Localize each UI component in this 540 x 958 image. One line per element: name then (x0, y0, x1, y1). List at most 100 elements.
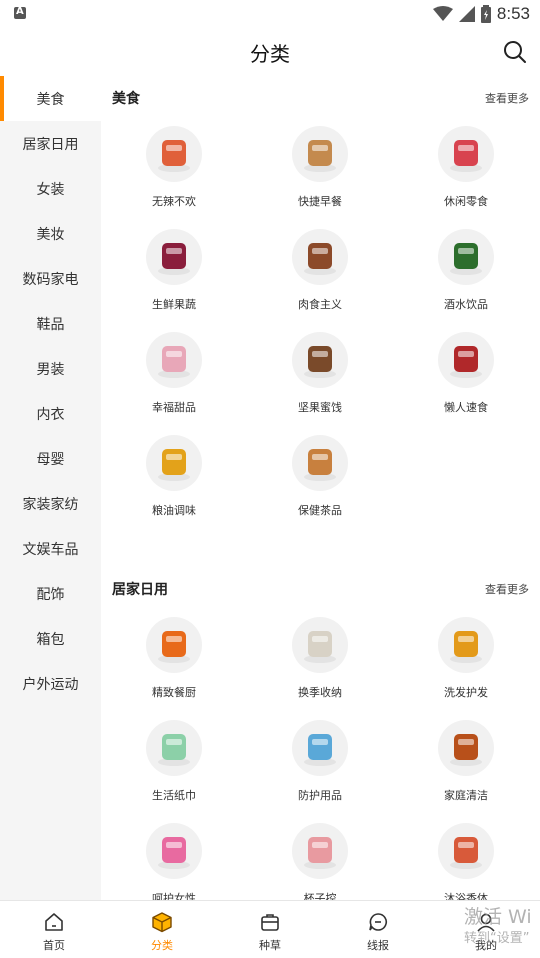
section-header: 居家日用 查看更多 (101, 567, 540, 609)
nav-label: 我的 (475, 939, 497, 952)
subcategory-item[interactable]: 防护用品 (247, 712, 393, 815)
berries-icon (146, 229, 202, 285)
nuts-icon (292, 332, 348, 388)
section-title: 美食 (112, 91, 140, 107)
section-title: 居家日用 (112, 582, 168, 598)
sidebar-item-label: 男装 (36, 361, 65, 378)
body-wash-icon (438, 823, 494, 879)
sidebar-item-2[interactable]: 女装 (0, 166, 101, 211)
search-icon[interactable] (502, 39, 528, 65)
snack-bag-icon (438, 126, 494, 182)
nav-item-4[interactable]: 我的 (432, 901, 540, 958)
sidebar-item-4[interactable]: 数码家电 (0, 256, 101, 301)
subcategory-label: 休闲零食 (444, 195, 488, 208)
subcategory-grid: 无辣不欢 快捷早餐 休闲零食生鲜果蔬 肉食主义 酒水饮品幸福甜品 坚果蜜饯 懒人速食粮油调味… (101, 118, 540, 530)
disinfectant-icon (438, 720, 494, 776)
bottom-nav: 首页 分类 种草 线报 我的 (0, 900, 540, 958)
subcategory-label: 沐浴香体 (444, 892, 488, 900)
instant-noodle-icon (438, 332, 494, 388)
nav-item-0[interactable]: 首页 (0, 901, 108, 958)
app-notification-icon (14, 6, 26, 19)
subcategory-label: 粮油调味 (152, 504, 196, 517)
category-section: 美食 查看更多无辣不欢 快捷早餐 休闲零食生鲜果蔬 肉食主义 酒水饮品幸福甜品 坚果蜜饯 懒人… (101, 76, 540, 530)
subcategory-item[interactable]: 生鲜果蔬 (101, 221, 247, 324)
sidebar-item-label: 美妆 (36, 226, 65, 243)
sidebar-item-1[interactable]: 居家日用 (0, 121, 101, 166)
sidebar-item-label: 居家日用 (22, 136, 79, 153)
sidebar-item-5[interactable]: 鞋品 (0, 301, 101, 346)
sidebar-item-9[interactable]: 家装家纺 (0, 481, 101, 526)
sidebar-item-3[interactable]: 美妆 (0, 211, 101, 256)
subcategory-item[interactable]: 生活纸巾 (101, 712, 247, 815)
page-title: 分类 (250, 42, 290, 66)
nav-label: 线报 (367, 939, 389, 952)
message-icon (369, 913, 387, 931)
subcategory-item[interactable]: 无辣不欢 (101, 118, 247, 221)
status-icons: 8:53 (432, 3, 530, 25)
top-bar: 分类 (0, 28, 540, 76)
section-header: 美食 查看更多 (101, 76, 540, 118)
subcategory-label: 快捷早餐 (298, 195, 342, 208)
bread-icon (292, 126, 348, 182)
category-section: 居家日用 查看更多精致餐厨 换季收纳 洗发护发生活纸巾 防护用品 家庭清洁呵护女性 杯子控 沐… (101, 567, 540, 900)
sidebar-item-7[interactable]: 内衣 (0, 391, 101, 436)
subcategory-label: 换季收纳 (298, 686, 342, 699)
subcategory-item[interactable]: 快捷早餐 (247, 118, 393, 221)
pad-icon (146, 823, 202, 879)
signal-icon (458, 6, 475, 22)
sidebar-item-13[interactable]: 户外运动 (0, 661, 101, 706)
sidebar-item-8[interactable]: 母婴 (0, 436, 101, 481)
sidebar-item-0[interactable]: 美食 (0, 76, 101, 121)
sidebar-item-label: 箱包 (36, 631, 65, 648)
sidebar-item-label: 家装家纺 (22, 496, 79, 513)
subcategory-item[interactable]: 家庭清洁 (393, 712, 539, 815)
subcategory-item[interactable]: 精致餐厨 (101, 609, 247, 712)
subcategory-label: 杯子控 (303, 892, 337, 900)
subcategory-label: 坚果蜜饯 (298, 401, 342, 414)
subcategory-item[interactable]: 幸福甜品 (101, 324, 247, 427)
subcategory-label: 洗发护发 (444, 686, 488, 699)
view-more-link[interactable]: 查看更多 (485, 581, 529, 597)
user-icon (477, 913, 495, 932)
sidebar-item-label: 鞋品 (36, 316, 65, 333)
nav-label: 分类 (151, 939, 173, 952)
subcategory-item[interactable]: 粮油调味 (101, 427, 247, 530)
sidebar-item-label: 母婴 (36, 451, 65, 468)
subcategory-item[interactable]: 保健茶品 (247, 427, 393, 530)
macaron-icon (146, 332, 202, 388)
subcategory-item[interactable]: 呵护女性 (101, 815, 247, 900)
bottles-icon (438, 229, 494, 285)
cup-icon (292, 823, 348, 879)
nav-item-2[interactable]: 种草 (216, 901, 324, 958)
nav-item-1[interactable]: 分类 (108, 901, 216, 958)
battery-icon (480, 5, 491, 23)
sidebar-item-label: 配饰 (36, 586, 65, 603)
sidebar-item-11[interactable]: 配饰 (0, 571, 101, 616)
subcategory-label: 防护用品 (298, 789, 342, 802)
sidebar-item-10[interactable]: 文娱车品 (0, 526, 101, 571)
subcategory-item[interactable]: 酒水饮品 (393, 221, 539, 324)
subcategory-label: 幸福甜品 (152, 401, 196, 414)
subcategory-item[interactable]: 杯子控 (247, 815, 393, 900)
subcategory-item[interactable]: 肉食主义 (247, 221, 393, 324)
subcategory-item[interactable]: 洗发护发 (393, 609, 539, 712)
subcategory-item[interactable]: 沐浴香体 (393, 815, 539, 900)
oil-bottle-icon (146, 435, 202, 491)
nav-item-3[interactable]: 线报 (324, 901, 432, 958)
storage-box-icon (292, 617, 348, 673)
subcategory-item[interactable]: 换季收纳 (247, 609, 393, 712)
sidebar-item-label: 数码家电 (22, 271, 79, 288)
mask-icon (292, 720, 348, 776)
sidebar-item-6[interactable]: 男装 (0, 346, 101, 391)
shampoo-icon (438, 617, 494, 673)
sidebar-item-label: 美食 (36, 91, 65, 108)
subcategory-item[interactable]: 坚果蜜饯 (247, 324, 393, 427)
sidebar-item-12[interactable]: 箱包 (0, 616, 101, 661)
nav-label: 种草 (259, 939, 281, 952)
subcategory-item[interactable]: 懒人速食 (393, 324, 539, 427)
category-box-icon (152, 912, 172, 933)
tissue-icon (146, 720, 202, 776)
subcategory-label: 家庭清洁 (444, 789, 488, 802)
view-more-link[interactable]: 查看更多 (485, 90, 529, 106)
subcategory-item[interactable]: 休闲零食 (393, 118, 539, 221)
